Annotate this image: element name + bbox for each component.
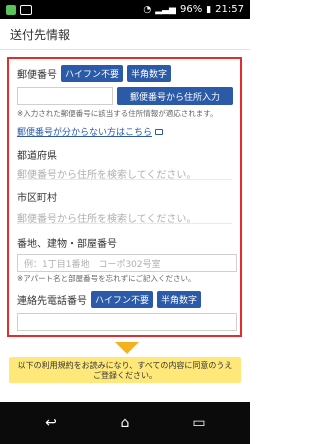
- page-header: 送付先情報: [0, 19, 250, 49]
- phone-label: 連絡先電話番号: [17, 296, 87, 307]
- badge-no-hyphen: ハイフン不要: [61, 65, 124, 82]
- back-icon[interactable]: ↩: [40, 412, 62, 434]
- city-divider: [17, 223, 232, 224]
- postal-help-link-text[interactable]: 郵便番号が分からない方はこちら: [17, 125, 152, 138]
- status-right: ◔ ▂▃▅ 96% ▮ 21:57: [143, 4, 244, 15]
- status-left: [6, 4, 32, 15]
- postal-note: ※入力された郵便番号に該当する住所情報が適応されます。: [17, 109, 218, 118]
- address-input[interactable]: 例：1丁目1番地 コーポ302号室: [17, 254, 237, 272]
- postal-lookup-button[interactable]: 郵便番号から住所入力: [117, 87, 233, 105]
- screenshot-icon: [20, 4, 32, 15]
- address-note: ※アパート名と部屋番号を忘れずにご記入ください。: [17, 274, 196, 283]
- postal-help-link[interactable]: 郵便番号が分からない方はこちら: [17, 125, 164, 138]
- shipping-form-panel: 郵便番号 ハイフン不要 半角数字 郵便番号から住所入力 ※入力された郵便番号に該…: [7, 57, 242, 337]
- badge-no-hyphen-phone: ハイフン不要: [91, 291, 154, 308]
- external-link-icon: [155, 128, 164, 135]
- badge-half-width-phone: 半角数字: [157, 291, 202, 308]
- wifi-icon: ◔: [143, 4, 152, 15]
- clock: 21:57: [215, 4, 244, 15]
- page-title: 送付先情報: [10, 27, 71, 42]
- phone-row: 連絡先電話番号 ハイフン不要 半角数字: [17, 291, 232, 308]
- status-bar: ◔ ▂▃▅ 96% ▮ 21:57: [0, 0, 250, 19]
- recents-icon[interactable]: ▭: [188, 412, 210, 434]
- prefecture-divider: [17, 179, 232, 180]
- down-arrow-icon: [115, 342, 139, 354]
- screen: ◔ ▂▃▅ 96% ▮ 21:57 送付先情報 郵便番号 ハイフン不要 半角数字…: [0, 0, 250, 444]
- address-input-placeholder: 例：1丁目1番地 コーポ302号室: [24, 260, 161, 270]
- postal-row: 郵便番号 ハイフン不要 半角数字: [17, 65, 232, 82]
- home-icon[interactable]: ⌂: [114, 412, 136, 434]
- battery-icon: ▮: [206, 4, 212, 15]
- phone-input[interactable]: [17, 313, 237, 331]
- signal-icon: ▂▃▅: [155, 4, 176, 15]
- header-divider: [0, 49, 250, 50]
- terms-info-bar: 以下の利用規約をお読みになり、すべての内容に同意のうえご登録ください。: [9, 357, 241, 383]
- city-label: 市区町村: [17, 193, 57, 204]
- badge-half-width: 半角数字: [127, 65, 172, 82]
- android-navbar: ↩ ⌂ ▭: [0, 402, 250, 444]
- app-notification-icon: [6, 4, 16, 15]
- battery-percent: 96%: [179, 4, 203, 15]
- prefecture-label: 都道府県: [17, 151, 57, 162]
- address-label: 番地、建物・部屋番号: [17, 239, 117, 250]
- postal-label: 郵便番号: [17, 70, 57, 81]
- postal-input[interactable]: [17, 87, 113, 105]
